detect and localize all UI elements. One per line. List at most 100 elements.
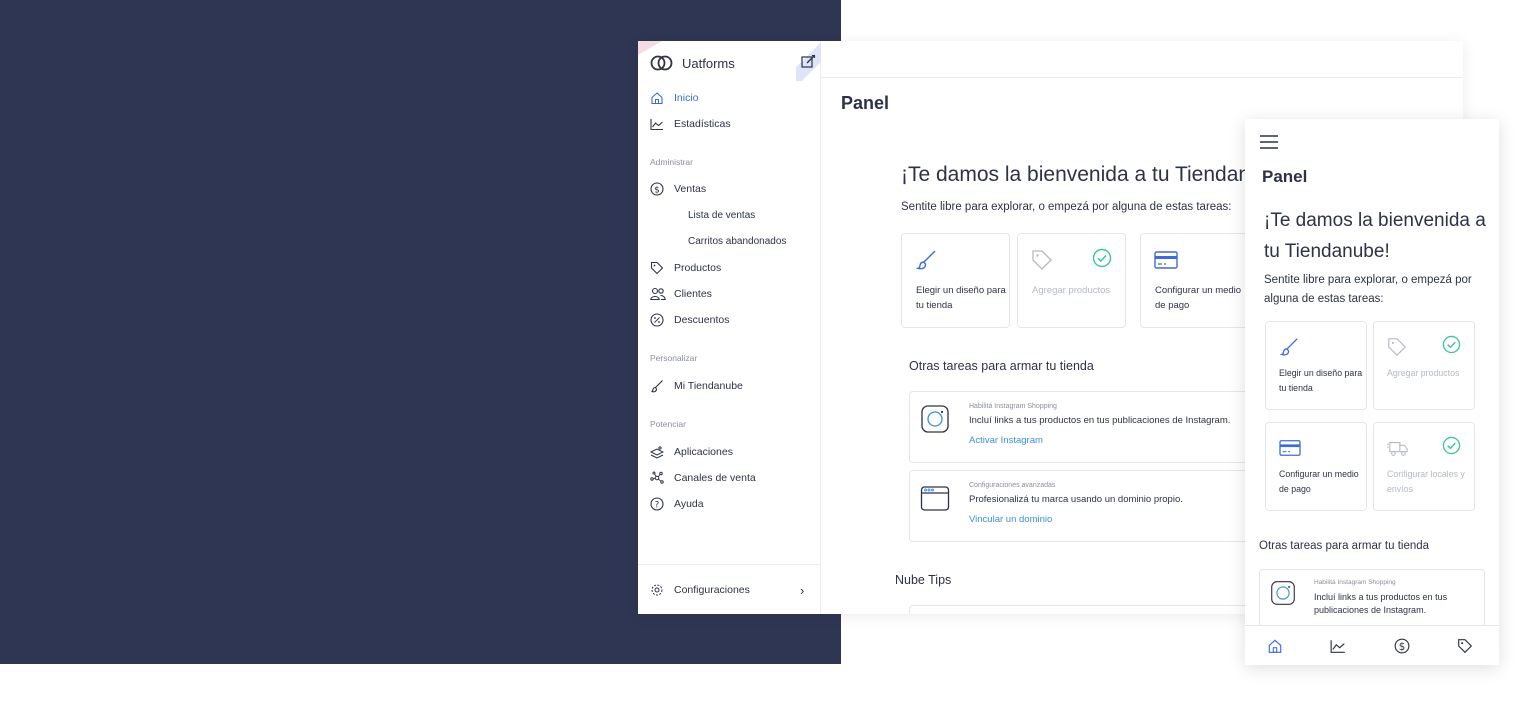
- sidebar-subitem-lista-ventas[interactable]: Lista de ventas: [688, 210, 755, 221]
- task-card-payment[interactable]: Configurar un medio de pago: [1140, 233, 1249, 328]
- mobile-window: Panel ¡Te damos la bienvenida a tu Tiend…: [1245, 119, 1499, 665]
- menu-icon[interactable]: [1260, 135, 1278, 149]
- task-card-design[interactable]: Elegir un diseño para tu tienda: [901, 233, 1010, 328]
- task-label: Configurar locales y envíos: [1387, 469, 1465, 494]
- check-circle-icon: [1092, 248, 1112, 268]
- page-title: Panel: [841, 93, 890, 113]
- task-card-design[interactable]: Elegir un diseño para tu tienda: [1265, 321, 1367, 410]
- credit-card-icon: [1154, 249, 1178, 271]
- sidebar-item-label: Ayuda: [674, 498, 704, 510]
- task-row-domain[interactable]: Configuraciones avanzadas Profesionalizá…: [909, 470, 1269, 542]
- task-description: Incluí links a tus productos en tus publ…: [969, 415, 1231, 426]
- task-label: Elegir un diseño para tu tienda: [916, 285, 1006, 311]
- browser-window-icon: [920, 483, 950, 513]
- instagram-icon: [920, 404, 950, 434]
- sidebar-divider: [638, 564, 821, 565]
- task-card-payment[interactable]: Configurar un medio de pago: [1265, 422, 1367, 511]
- sidebar-item-label: Descuentos: [674, 314, 730, 326]
- task-label: Elegir un diseño para tu tienda: [1279, 368, 1363, 393]
- sidebar-subitem-carritos[interactable]: Carritos abandonados: [688, 236, 786, 247]
- users-icon: [650, 287, 666, 301]
- page-title: Panel: [1262, 167, 1308, 186]
- brush-icon: [650, 379, 664, 393]
- nube-tips-card: [909, 605, 1269, 614]
- task-label: Configurar un medio de pago: [1155, 285, 1242, 311]
- tag-icon: [1387, 337, 1407, 357]
- discount-icon: [650, 313, 664, 327]
- sidebar-item-clientes[interactable]: Clientes: [650, 284, 712, 304]
- sidebar-item-label: Configuraciones: [674, 584, 750, 596]
- sidebar-item-label: Inicio: [674, 92, 699, 104]
- sidebar-item-ayuda[interactable]: ? Ayuda: [650, 494, 704, 514]
- chart-icon: [650, 117, 664, 131]
- link-domain-link[interactable]: Vincular un dominio: [969, 514, 1052, 525]
- tag-icon[interactable]: [1457, 638, 1475, 654]
- task-label: Agregar productos: [1032, 285, 1111, 296]
- task-card-shipping[interactable]: Configurar locales y envíos: [1373, 422, 1475, 511]
- task-label: Agregar productos: [1387, 368, 1460, 378]
- check-circle-icon: [1442, 335, 1461, 354]
- task-eyebrow: Configuraciones avanzadas: [969, 482, 1056, 489]
- welcome-heading: ¡Te damos la bienvenida a tu Tiendanube!: [901, 163, 1291, 186]
- brand-name: Uatforms: [682, 55, 735, 71]
- section-administrar: Administrar: [650, 157, 693, 167]
- gear-icon: [650, 583, 664, 597]
- logo-icon: [650, 53, 674, 73]
- brush-icon: [915, 249, 937, 271]
- instagram-icon: [1270, 580, 1296, 606]
- task-row-instagram[interactable]: Habilitá Instagram Shopping Incluí links…: [1259, 569, 1485, 629]
- sidebar-item-mi-tiendanube[interactable]: Mi Tiendanube: [650, 376, 743, 396]
- sidebar-item-label: Mi Tiendanube: [674, 380, 743, 392]
- truck-icon: [1387, 438, 1408, 458]
- sidebar-item-descuentos[interactable]: Descuentos: [650, 310, 729, 330]
- apps-icon: [650, 445, 664, 459]
- home-icon: [650, 91, 664, 105]
- credit-card-icon: [1279, 438, 1301, 458]
- dollar-icon[interactable]: $: [1394, 638, 1412, 654]
- task-card-products[interactable]: Agregar productos: [1373, 321, 1475, 410]
- chart-icon[interactable]: [1330, 638, 1348, 654]
- help-icon: ?: [650, 497, 664, 511]
- task-description: Incluí links a tus productos en tus publ…: [1314, 592, 1448, 615]
- sidebar-item-label: Productos: [674, 262, 722, 274]
- welcome-subtitle: Sentite libre para explorar, o empezá po…: [901, 201, 1232, 213]
- bottom-tabbar: $: [1245, 625, 1499, 665]
- sidebar-item-label: Ventas: [674, 183, 707, 195]
- task-card-products[interactable]: Agregar productos: [1017, 233, 1126, 328]
- network-icon: [650, 471, 664, 485]
- sidebar-item-label: Canales de venta: [674, 472, 756, 484]
- sidebar: Uatforms Inicio Estadísticas Administrar…: [638, 41, 821, 614]
- other-tasks-title: Otras tareas para armar tu tienda: [909, 359, 1094, 373]
- tag-icon: [1031, 249, 1053, 271]
- tag-icon: [650, 261, 664, 275]
- svg-text:$: $: [654, 185, 660, 195]
- sidebar-item-productos[interactable]: Productos: [650, 258, 721, 278]
- sidebar-item-label: Clientes: [674, 288, 712, 300]
- task-label: Configurar un medio de pago: [1279, 469, 1359, 494]
- sidebar-item-estadisticas[interactable]: Estadísticas: [650, 114, 731, 134]
- brand[interactable]: Uatforms: [650, 53, 735, 73]
- task-row-instagram[interactable]: Habilitá Instagram Shopping Incluí links…: [909, 391, 1269, 463]
- sidebar-item-ventas[interactable]: $ Ventas: [650, 179, 706, 199]
- task-description: Profesionalizá tu marca usando un domini…: [969, 494, 1183, 505]
- topbar-divider: [821, 77, 1463, 78]
- sidebar-item-canales[interactable]: Canales de venta: [650, 468, 756, 488]
- svg-text:$: $: [1399, 641, 1406, 653]
- home-icon[interactable]: [1267, 638, 1285, 654]
- brush-icon: [1279, 337, 1299, 357]
- check-circle-icon: [1442, 436, 1461, 455]
- task-eyebrow: Habilitá Instagram Shopping: [969, 403, 1057, 410]
- other-tasks-title: Otras tareas para armar tu tienda: [1259, 540, 1430, 552]
- nube-tips-title: Nube Tips: [895, 573, 952, 587]
- sidebar-item-aplicaciones[interactable]: Aplicaciones: [650, 442, 733, 462]
- sidebar-item-label: Aplicaciones: [674, 446, 733, 458]
- activate-instagram-link[interactable]: Activar Instagram: [969, 435, 1043, 446]
- chevron-right-icon[interactable]: ›: [800, 583, 804, 598]
- welcome-heading: ¡Te damos la bienvenida a tu Tiendanube!: [1264, 210, 1486, 262]
- edit-icon[interactable]: [801, 54, 817, 70]
- dollar-icon: $: [650, 182, 664, 196]
- sidebar-item-inicio[interactable]: Inicio: [650, 88, 699, 108]
- task-eyebrow: Habilitá Instagram Shopping: [1314, 579, 1396, 586]
- section-potenciar: Potenciar: [650, 419, 686, 429]
- sidebar-item-configuraciones[interactable]: Configuraciones: [650, 580, 750, 600]
